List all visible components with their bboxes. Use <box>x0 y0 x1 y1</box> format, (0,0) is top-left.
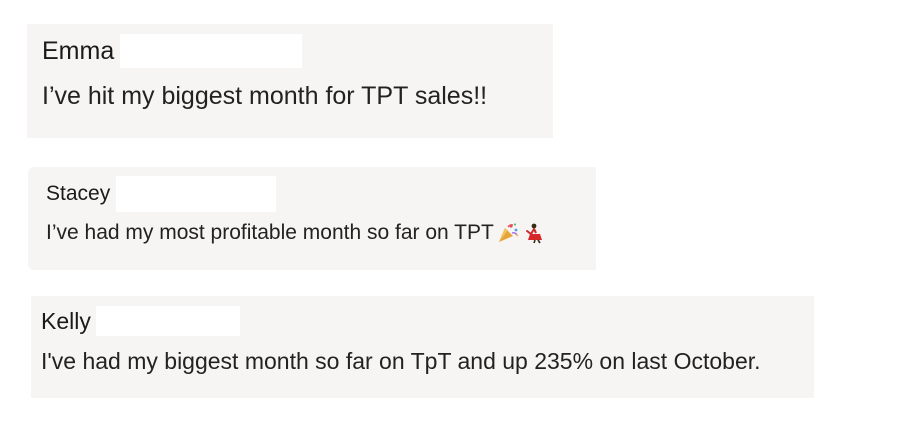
comment-header: Kelly <box>41 306 240 336</box>
comment-card-kelly: Kelly I've had my biggest month so far o… <box>31 296 814 398</box>
redacted-name-block <box>116 176 277 212</box>
comment-header: Emma <box>42 34 303 68</box>
comment-header: Stacey <box>46 176 277 212</box>
comment-message: I’ve hit my biggest month for TPT sales!… <box>42 82 488 110</box>
author-name: Kelly <box>41 307 91 334</box>
comment-card-emma: Emma I’ve hit my biggest month for TPT s… <box>27 24 553 138</box>
author-name: Emma <box>42 36 115 65</box>
comment-message-row: I’ve had my most profitable month so far… <box>46 221 544 245</box>
party-popper-icon <box>498 223 519 242</box>
redacted-name-block <box>95 306 240 336</box>
author-name: Stacey <box>46 182 111 205</box>
dancer-icon <box>525 223 542 244</box>
comment-card-stacey: Stacey I’ve had my most profitable month… <box>28 167 596 270</box>
comment-message: I've had my biggest month so far on TpT … <box>41 348 761 374</box>
redacted-name-block <box>120 34 303 68</box>
comment-message: I’ve had my most profitable month so far… <box>46 221 494 244</box>
